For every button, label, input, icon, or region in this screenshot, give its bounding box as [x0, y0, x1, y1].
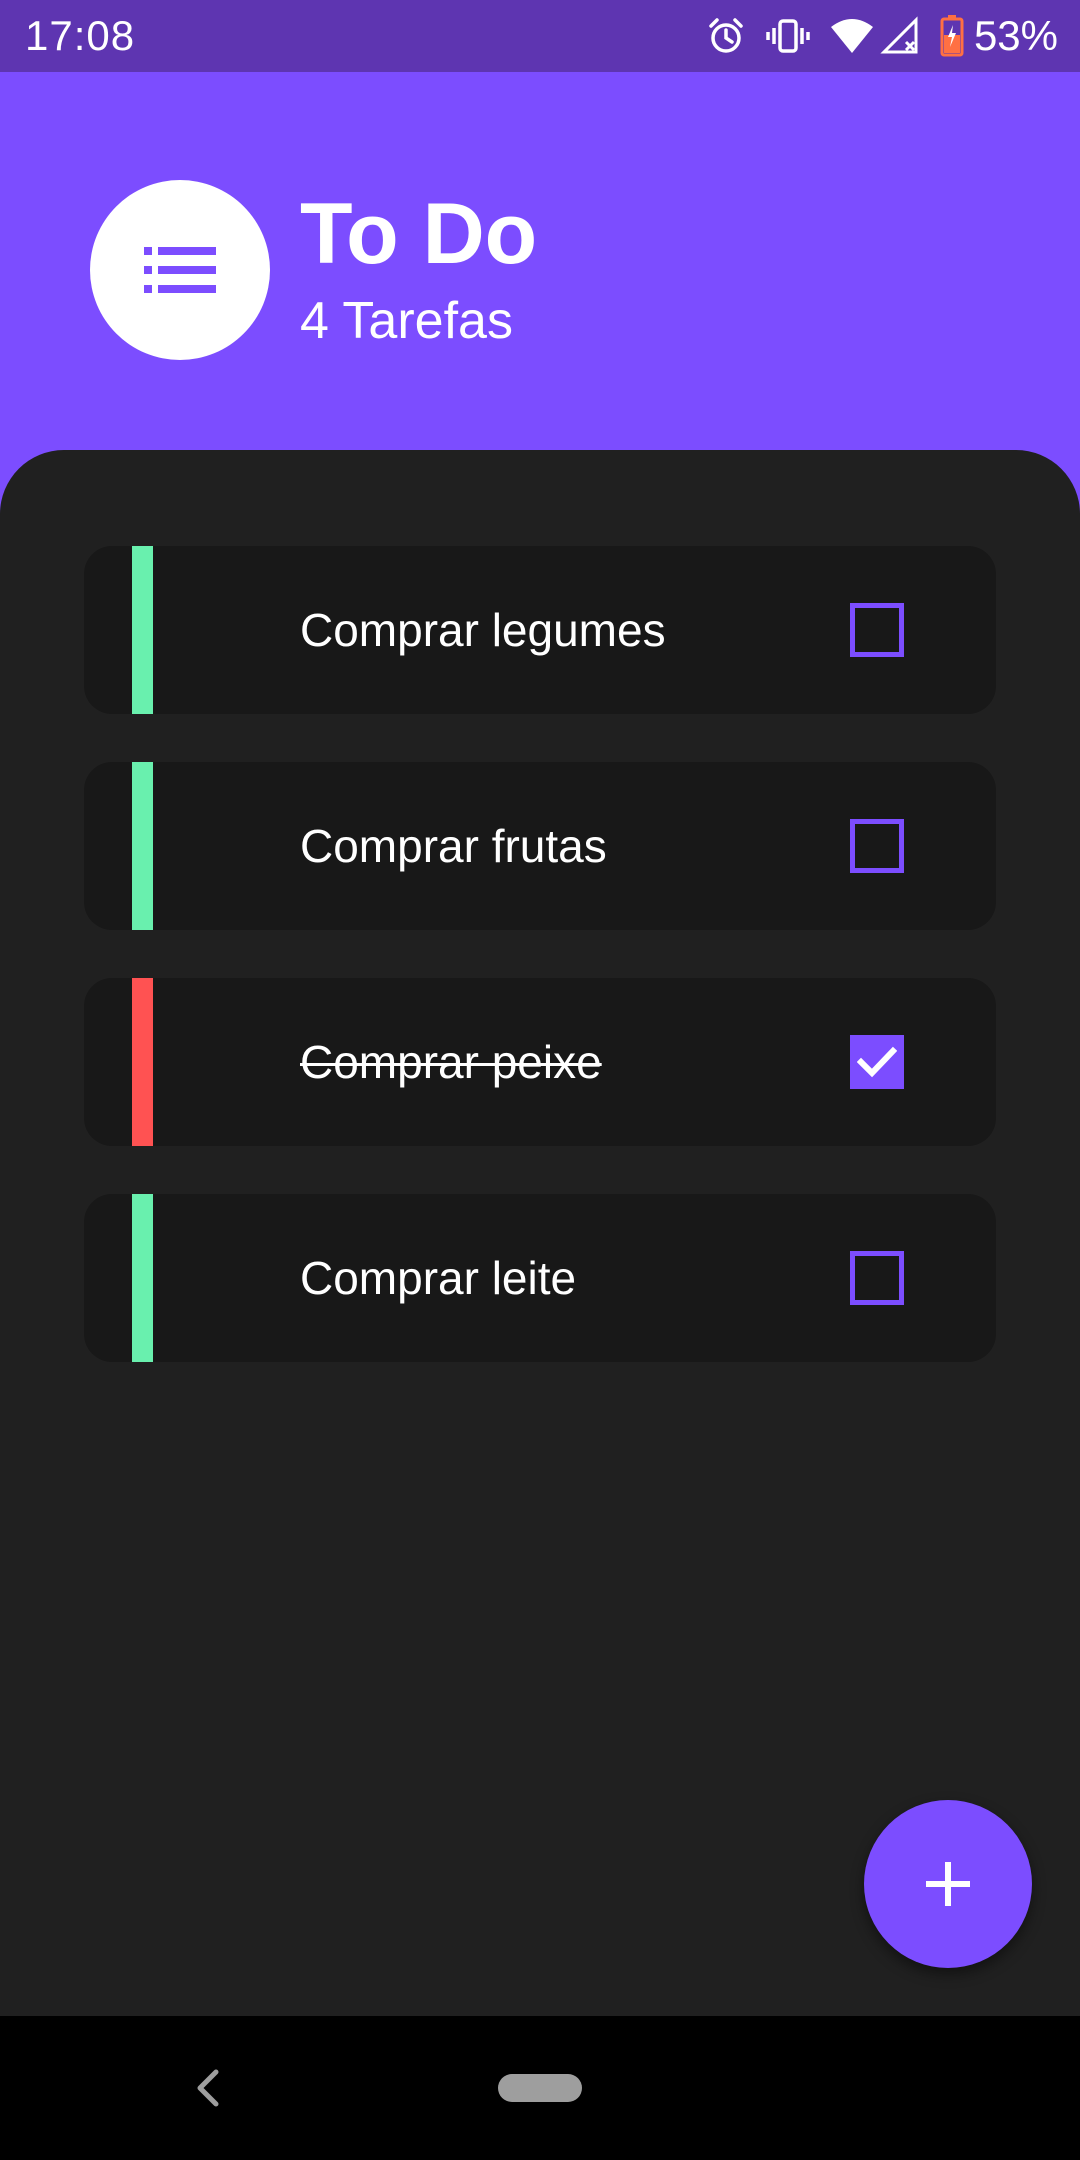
task-checkbox[interactable] [850, 1035, 904, 1089]
home-pill-icon[interactable] [498, 2074, 582, 2102]
task-label: Comprar leite [300, 1252, 577, 1304]
wifi-icon [830, 17, 874, 55]
task-checkbox[interactable] [850, 603, 904, 657]
task-label: Comprar legumes [300, 604, 666, 656]
task-priority-bar [132, 978, 153, 1146]
task-label: Comprar peixe [300, 1036, 602, 1088]
task-item[interactable]: Comprar leite [84, 1194, 996, 1362]
task-priority-bar [132, 762, 153, 930]
navigation-bar [0, 2016, 1080, 2160]
vibrate-icon [766, 16, 810, 56]
avatar [90, 180, 270, 360]
task-checkbox[interactable] [850, 819, 904, 873]
task-list: Comprar legumes Comprar frutas Comprar p… [0, 450, 1080, 2016]
status-bar: 17:08 53% [0, 0, 1080, 72]
plus-icon [926, 1862, 970, 1906]
signal-no-service-icon [880, 16, 920, 56]
task-count: 4 Tarefas [300, 292, 513, 350]
task-priority-bar [132, 546, 153, 714]
status-icons: 53% [686, 10, 1058, 62]
task-item[interactable]: Comprar peixe [84, 978, 996, 1146]
header: To Do 4 Tarefas [0, 72, 1080, 492]
app-root: 17:08 53% To Do 4 Tarefas Comprar legume… [0, 0, 1080, 2160]
task-item[interactable]: Comprar frutas [84, 762, 996, 930]
battery-percent: 53% [973, 12, 1058, 59]
add-task-button[interactable] [864, 1800, 1032, 1968]
alarm-icon [706, 16, 746, 56]
task-priority-bar [132, 1194, 153, 1362]
list-icon [144, 247, 216, 293]
page-title: To Do [300, 186, 538, 282]
status-time: 17:08 [25, 12, 136, 59]
task-label: Comprar frutas [300, 820, 607, 872]
back-icon[interactable] [190, 2068, 226, 2108]
task-item[interactable]: Comprar legumes [84, 546, 996, 714]
check-icon [857, 1046, 897, 1078]
task-checkbox[interactable] [850, 1251, 904, 1305]
battery-charging-icon [940, 15, 964, 57]
